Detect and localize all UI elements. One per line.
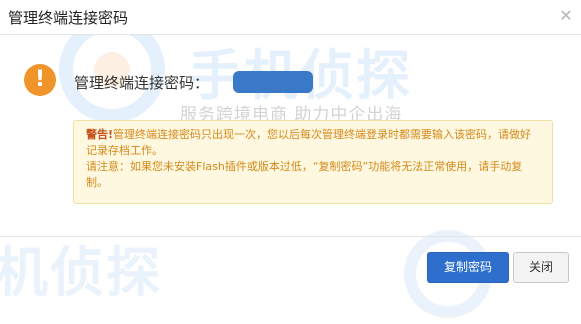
warning-text: 管理终端连接密码只出现一次，您以后每次管理终端登录时都需要输入该密码，请做好记录… bbox=[86, 128, 532, 157]
password-dialog: 手机侦探 服务跨境电商 助力中企出海 机侦探 管理终端连接密码 ✕ ! 管理终端… bbox=[0, 0, 581, 318]
password-label: 管理终端连接密码： bbox=[74, 74, 210, 92]
copy-password-button[interactable]: 复制密码 bbox=[427, 252, 509, 283]
close-icon[interactable]: ✕ bbox=[557, 7, 575, 25]
note-paragraph: 请注意：如果您未安装Flash插件或版本过低，“复制密码”功能将无法正常使用，请… bbox=[86, 160, 523, 189]
password-value[interactable]: •••••• bbox=[233, 71, 313, 93]
close-button[interactable]: 关闭 bbox=[513, 252, 569, 283]
warning-icon: ! bbox=[24, 64, 56, 96]
dialog-title: 管理终端连接密码 bbox=[8, 9, 129, 27]
warning-paragraph: 警告!管理终端连接密码只出现一次，您以后每次管理终端登录时都需要输入该密码，请做… bbox=[86, 127, 540, 159]
warning-notice: 警告!管理终端连接密码只出现一次，您以后每次管理终端登录时都需要输入该密码，请做… bbox=[73, 120, 553, 204]
footer-divider bbox=[0, 236, 581, 237]
watermark-bottom: 机侦探 bbox=[0, 241, 162, 304]
warning-prefix: 警告! bbox=[86, 128, 114, 141]
dialog-titlebar: 管理终端连接密码 ✕ bbox=[0, 0, 581, 35]
